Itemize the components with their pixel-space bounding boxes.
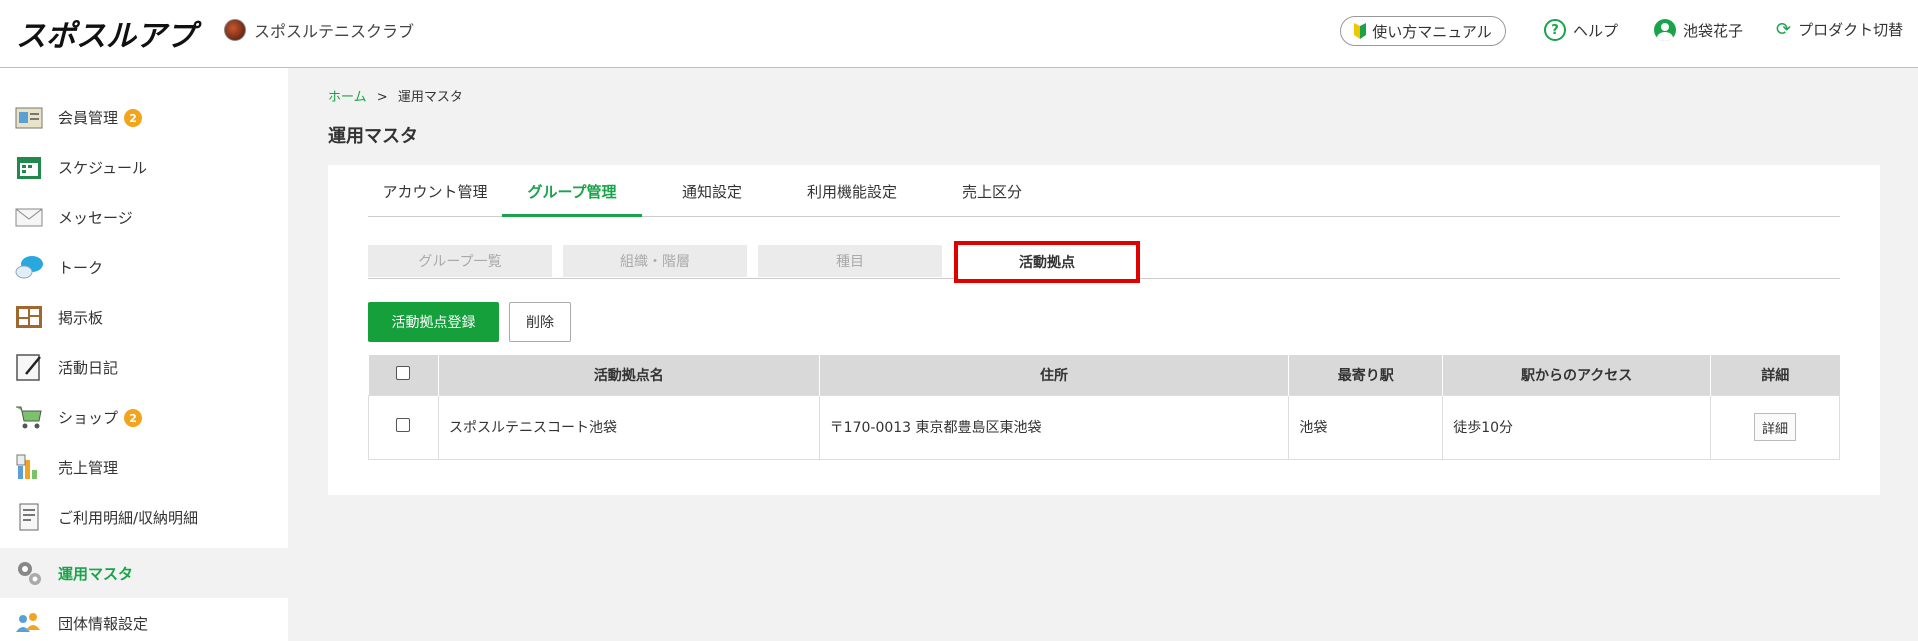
cell-detail: 詳細 — [1710, 394, 1840, 460]
sidebar-label-schedule: スケジュール — [58, 158, 147, 177]
sidebar-label-diary: 活動日記 — [58, 358, 119, 377]
select-all-checkbox[interactable] — [396, 365, 411, 380]
select-all-cell — [368, 355, 439, 395]
sidebar-item-org-settings[interactable]: 団体情報設定 — [0, 598, 288, 641]
sidebar-label-sales: 売上管理 — [58, 458, 119, 477]
header-base-name: 活動拠点名 — [438, 355, 820, 395]
refresh-icon: ⟳ — [1776, 19, 1792, 40]
sidebar-label-member: 会員管理 — [58, 108, 119, 127]
member-badge: 2 — [124, 109, 143, 127]
header-access: 駅からのアクセス — [1442, 355, 1712, 395]
activity-base-table: 活動拠点名 住所 最寄り駅 駅からのアクセス 詳細 スポスルテニスコート池袋 〒… — [368, 355, 1840, 460]
sidebar-label-board: 掲示板 — [58, 308, 104, 327]
sidebar-item-diary[interactable]: 活動日記 — [0, 342, 288, 392]
subtab-group-list[interactable]: グループ一覧 — [368, 245, 552, 277]
table-header-row: 活動拠点名 住所 最寄り駅 駅からのアクセス 詳細 — [368, 355, 1840, 395]
manual-button[interactable]: 使い方マニュアル — [1340, 16, 1506, 46]
sidebar-item-statement[interactable]: ご利用明細/収納明細 — [0, 492, 288, 542]
page-title: 運用マスタ — [328, 126, 418, 147]
breadcrumb-current: 運用マスタ — [397, 90, 463, 105]
sidebar-item-schedule[interactable]: スケジュール — [0, 142, 288, 192]
cell-access: 徒歩10分 — [1442, 394, 1712, 460]
club-avatar — [224, 19, 246, 41]
tab-notification[interactable]: 通知設定 — [642, 181, 782, 217]
sales-chart-icon — [16, 454, 37, 479]
beginner-mark-icon — [1354, 23, 1367, 39]
logo-text: スポスルアプリ — [16, 19, 202, 54]
subtab-organization[interactable]: 組織・階層 — [563, 245, 747, 277]
sidebar-label-org-settings: 団体情報設定 — [58, 614, 149, 633]
sidebar-item-master[interactable]: 運用マスタ — [0, 548, 288, 598]
sidebar-label-talk: トーク — [58, 258, 104, 277]
sidebar-item-board[interactable]: 掲示板 — [0, 292, 288, 342]
tab-group[interactable]: グループ管理 — [502, 181, 642, 217]
header-address: 住所 — [819, 355, 1290, 395]
help-label: ヘルプ — [1573, 21, 1619, 40]
club-selector[interactable]: スポスルテニスクラブ — [224, 18, 414, 42]
gears-icon — [18, 562, 41, 585]
club-name: スポスルテニスクラブ — [254, 22, 415, 41]
envelope-icon — [15, 208, 43, 227]
cell-address: 〒170-0013 東京都豊島区東池袋 — [818, 394, 1290, 460]
breadcrumb-separator: > — [376, 90, 388, 105]
calendar-icon — [17, 157, 41, 179]
member-card-icon — [15, 107, 43, 129]
help-link[interactable]: ? ヘルプ — [1544, 19, 1618, 41]
main-tabs: アカウント管理 グループ管理 通知設定 利用機能設定 売上区分 — [368, 165, 1840, 217]
cell-base-name: スポスルテニスコート池袋 — [437, 394, 820, 460]
table-row: スポスルテニスコート池袋 〒170-0013 東京都豊島区東池袋 池袋 徒歩10… — [368, 394, 1840, 460]
subtab-sport[interactable]: 種目 — [758, 245, 942, 277]
tab-features[interactable]: 利用機能設定 — [782, 181, 922, 217]
sidebar-label-message: メッセージ — [58, 208, 133, 227]
cell-station: 池袋 — [1288, 394, 1444, 460]
chat-bubble-icon — [15, 256, 43, 279]
user-name: 池袋花子 — [1683, 21, 1744, 40]
header-station: 最寄り駅 — [1288, 355, 1444, 395]
sidebar-item-shop[interactable]: ショップ 2 — [0, 392, 288, 442]
sidebar-item-message[interactable]: メッセージ — [0, 192, 288, 242]
row-select-cell — [368, 394, 439, 460]
tab-sales-category[interactable]: 売上区分 — [922, 181, 1062, 217]
register-base-button[interactable]: 活動拠点登録 — [368, 302, 499, 342]
row-checkbox[interactable] — [396, 418, 411, 432]
shop-badge: 2 — [124, 409, 143, 427]
sidebar: 会員管理 2 スケジュール メッセージ トーク 掲示板 活動日記 ショップ 2 売上… — [0, 68, 288, 641]
manual-label: 使い方マニュアル — [1372, 22, 1492, 41]
app-logo[interactable]: スポスルアプリ — [16, 8, 202, 56]
breadcrumb-home[interactable]: ホーム — [328, 90, 367, 105]
switch-label: プロダクト切替 — [1798, 21, 1904, 39]
shopping-cart-icon — [16, 406, 42, 429]
subtab-activity-base[interactable]: 活動拠点 — [954, 241, 1140, 283]
top-header: スポスルアプリ スポスルテニスクラブ 使い方マニュアル ? ヘルプ 池袋花子 ⟳… — [0, 0, 1918, 68]
diary-icon — [16, 354, 41, 381]
sidebar-item-member[interactable]: 会員管理 2 — [0, 92, 288, 142]
header-detail: 詳細 — [1761, 367, 1790, 384]
sub-tabs: グループ一覧 組織・階層 種目 活動拠点 — [368, 241, 1840, 283]
bulletin-board-icon — [16, 306, 42, 328]
sidebar-item-talk[interactable]: トーク — [0, 242, 288, 292]
sidebar-label-shop: ショップ — [58, 408, 119, 427]
sidebar-label-master: 運用マスタ — [58, 564, 134, 583]
breadcrumb: ホーム > 運用マスタ — [328, 86, 463, 105]
sidebar-label-statement: ご利用明細/収納明細 — [58, 508, 199, 527]
user-icon — [1654, 19, 1676, 41]
receipt-icon — [19, 503, 39, 531]
user-menu[interactable]: 池袋花子 — [1654, 19, 1743, 41]
help-icon: ? — [1544, 19, 1566, 41]
sidebar-item-sales[interactable]: 売上管理 — [0, 442, 288, 492]
product-switch-link[interactable]: ⟳ プロダクト切替 — [1776, 19, 1903, 40]
detail-button[interactable]: 詳細 — [1754, 413, 1796, 441]
group-settings-icon — [16, 613, 40, 632]
tab-account[interactable]: アカウント管理 — [368, 181, 502, 217]
delete-button[interactable]: 削除 — [509, 302, 571, 342]
content-panel: アカウント管理 グループ管理 通知設定 利用機能設定 売上区分 グループ一覧 組… — [328, 165, 1880, 495]
